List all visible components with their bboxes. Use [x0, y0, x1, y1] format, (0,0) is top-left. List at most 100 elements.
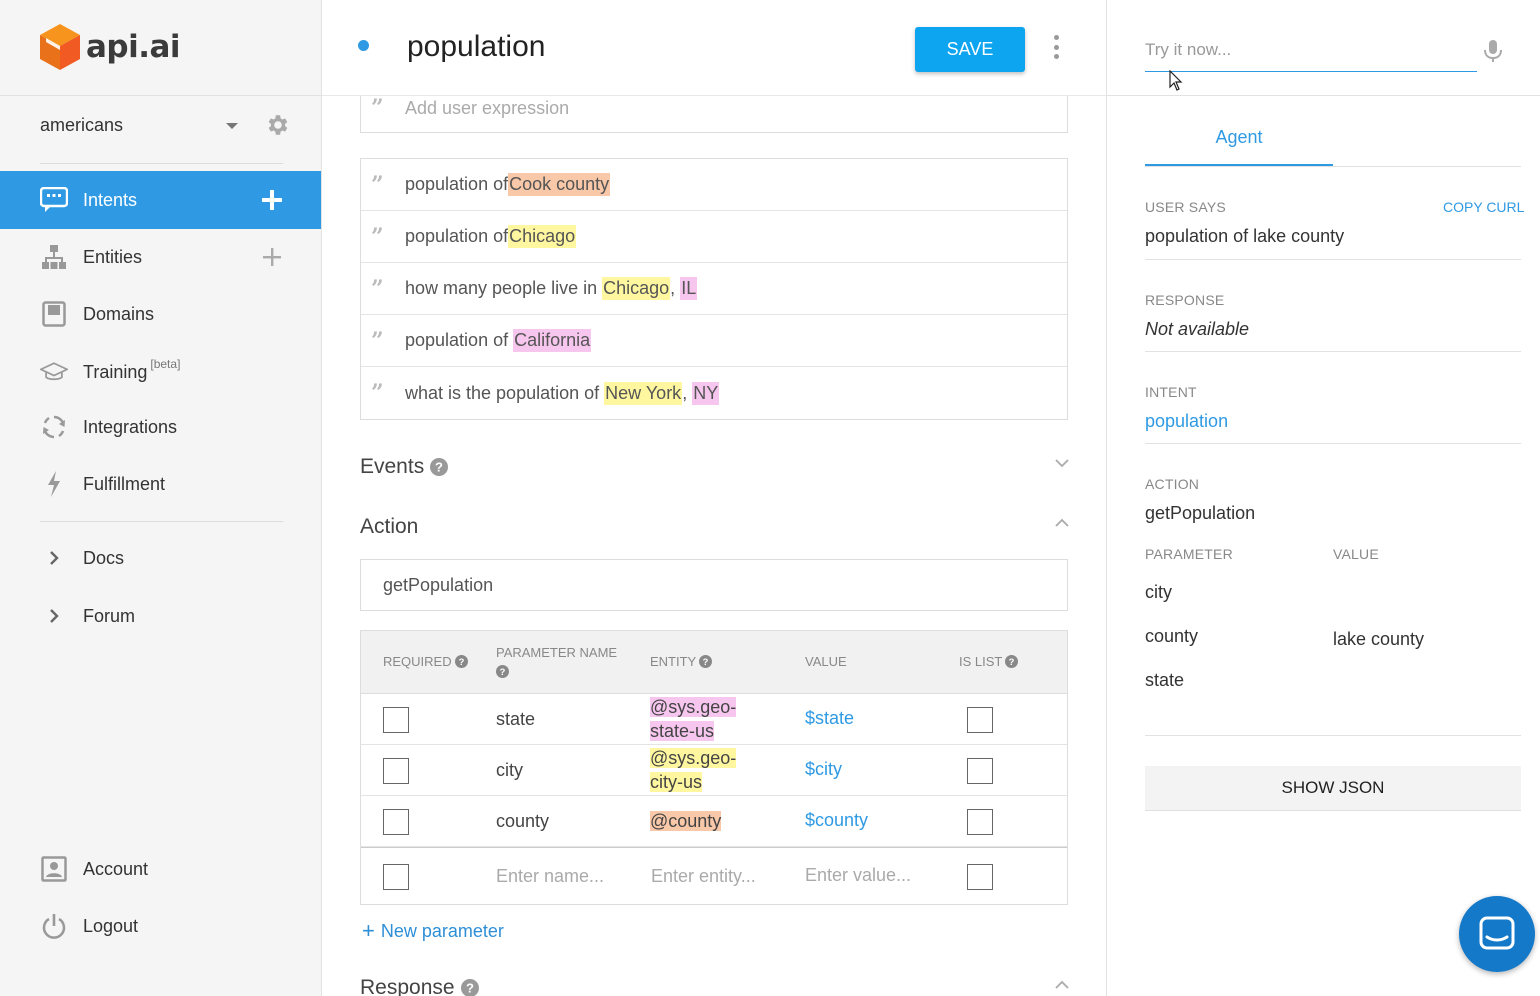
is-list-checkbox[interactable]: [967, 864, 993, 890]
chevron-right-icon: [40, 550, 68, 566]
entity-annotation[interactable]: IL: [680, 277, 698, 300]
user-says-item[interactable]: ” population of Cook county: [361, 159, 1067, 211]
new-parameter-link[interactable]: + New parameter: [362, 918, 504, 944]
nav-integrations[interactable]: Integrations: [0, 398, 321, 456]
entity-annotation[interactable]: Cook county: [508, 173, 611, 196]
response-section-header[interactable]: Response ?: [360, 976, 479, 996]
action-input[interactable]: getPopulation: [360, 559, 1068, 611]
intent-link[interactable]: population: [1145, 411, 1228, 432]
parameter-entity[interactable]: @county: [650, 809, 722, 833]
help-icon[interactable]: ?: [454, 655, 468, 668]
column-is-list: IS LIST ?: [959, 654, 1019, 669]
entity-annotation[interactable]: NY: [692, 381, 720, 405]
logo-text: api.ai: [86, 29, 181, 65]
parameter-name[interactable]: city: [496, 760, 523, 781]
show-json-button[interactable]: SHOW JSON: [1145, 766, 1521, 811]
add-expression-placeholder[interactable]: Add user expression: [405, 98, 569, 119]
copy-curl-link[interactable]: COPY CURL: [1443, 199, 1524, 215]
is-list-checkbox[interactable]: [967, 707, 993, 733]
table-row: city @sys.geo- city-us $city: [361, 745, 1067, 796]
quote-icon: ”: [371, 225, 384, 248]
user-says-item[interactable]: ” what is the population of New York, NY: [361, 367, 1067, 419]
user-says-item[interactable]: ” how many people live in Chicago, IL: [361, 263, 1067, 315]
column-required: REQUIRED ?: [383, 654, 468, 669]
entity-annotation[interactable]: California: [513, 329, 592, 352]
nav-entities[interactable]: Entities: [0, 228, 321, 286]
response-value: Not available: [1145, 319, 1250, 339]
nav-training[interactable]: Training [beta]: [0, 343, 321, 401]
chat-launcher-button[interactable]: [1459, 896, 1535, 972]
chevron-up-icon[interactable]: [1055, 980, 1069, 990]
help-icon[interactable]: ?: [699, 655, 713, 668]
nav-domains[interactable]: Domains: [0, 285, 321, 343]
status-dot: [358, 40, 369, 51]
entity-annotation[interactable]: Chicago: [508, 225, 577, 248]
quote-icon: ”: [371, 382, 384, 404]
parameter-name[interactable]: county: [496, 811, 549, 832]
microphone-icon[interactable]: [1483, 39, 1503, 63]
entity-annotation[interactable]: New York: [604, 381, 683, 405]
parameter-value[interactable]: $city: [805, 759, 842, 780]
parameter-name[interactable]: state: [496, 709, 535, 730]
user-says-item[interactable]: ” population of California: [361, 315, 1067, 367]
user-says-item[interactable]: ” population of Chicago: [361, 211, 1067, 263]
save-button[interactable]: SAVE: [915, 27, 1025, 72]
parameter-entity-input[interactable]: Enter entity...: [651, 866, 756, 887]
parameter-value-input[interactable]: Enter value...: [805, 865, 911, 886]
column-header: IS LIST: [959, 654, 1003, 669]
quote-icon: ”: [371, 97, 384, 119]
column-value: VALUE: [805, 654, 847, 669]
hierarchy-icon: [40, 243, 68, 271]
add-intent-icon[interactable]: [261, 189, 283, 211]
parameter-name-input[interactable]: Enter name...: [496, 866, 604, 887]
action-section-header[interactable]: Action: [360, 515, 418, 539]
required-checkbox[interactable]: [383, 758, 409, 784]
help-icon[interactable]: ?: [460, 979, 479, 996]
book-icon: [40, 300, 68, 328]
quote-icon: ”: [371, 329, 384, 352]
is-list-checkbox[interactable]: [967, 809, 993, 835]
logo[interactable]: api.ai: [40, 22, 181, 72]
nav-account[interactable]: Account: [0, 840, 321, 898]
expression-text: ,: [682, 382, 693, 403]
sidebar: api.ai americans Intents Entities Domain…: [0, 0, 322, 996]
entity-annotation[interactable]: Chicago: [602, 277, 671, 300]
parameter-entity[interactable]: @sys.geo- city-us: [650, 746, 737, 794]
nav-forum[interactable]: Forum: [0, 587, 321, 645]
nav-fulfillment[interactable]: Fulfillment: [0, 455, 321, 513]
parameter-value[interactable]: $state: [805, 708, 854, 729]
chevron-up-icon[interactable]: [1055, 518, 1069, 528]
is-list-checkbox[interactable]: [967, 758, 993, 784]
lightning-icon: [40, 470, 68, 498]
required-checkbox[interactable]: [383, 864, 409, 890]
nav-label: Forum: [83, 605, 136, 626]
parameter-value[interactable]: $county: [805, 810, 868, 831]
editor-header: population SAVE: [322, 0, 1106, 96]
try-it-input[interactable]: [1145, 28, 1477, 72]
add-entity-icon[interactable]: [261, 246, 283, 268]
help-icon[interactable]: ?: [496, 665, 509, 678]
parameter-entity[interactable]: @sys.geo- state-us: [650, 695, 737, 743]
more-options-icon[interactable]: [1048, 35, 1064, 59]
required-checkbox[interactable]: [383, 809, 409, 835]
chevron-right-icon: [40, 608, 68, 624]
agent-selector[interactable]: americans: [40, 108, 290, 142]
divider: [1145, 259, 1521, 260]
intent-title[interactable]: population: [407, 30, 545, 64]
nav-intents[interactable]: Intents: [0, 171, 321, 229]
help-icon[interactable]: ?: [1005, 655, 1019, 668]
help-icon[interactable]: ?: [430, 458, 449, 476]
chevron-down-icon[interactable]: [1055, 458, 1069, 468]
required-checkbox[interactable]: [383, 707, 409, 733]
nav-logout[interactable]: Logout: [0, 897, 321, 955]
gear-icon[interactable]: [264, 112, 290, 138]
tab-agent[interactable]: Agent: [1145, 110, 1333, 166]
nav-docs[interactable]: Docs: [0, 529, 321, 587]
events-title: Events: [360, 455, 425, 478]
events-section-header[interactable]: Events ?: [360, 455, 449, 479]
divider: [0, 95, 322, 96]
account-icon: [40, 855, 68, 883]
caret-down-icon[interactable]: [226, 123, 238, 129]
parameter-label: PARAMETER: [1145, 546, 1233, 562]
expression-text: population of: [405, 226, 509, 246]
